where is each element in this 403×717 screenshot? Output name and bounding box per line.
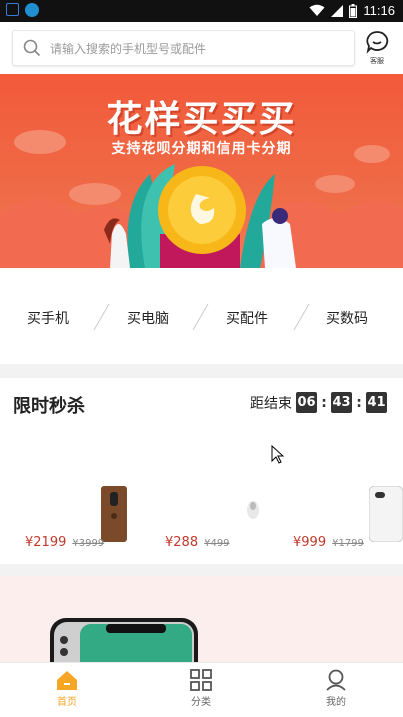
countdown-seconds: 41: [366, 392, 387, 413]
flash-sale-title: 限时秒杀: [13, 396, 85, 417]
product-image: [247, 501, 259, 519]
chat-bubble-icon: [366, 31, 389, 54]
product-old-price: ¥1799: [332, 538, 364, 549]
product-image: [101, 486, 127, 542]
featured-product-banner[interactable]: [0, 576, 403, 666]
tab-home[interactable]: 首页: [37, 667, 97, 708]
countdown-hours: 06: [296, 392, 317, 413]
category-row: 买手机 买电脑 买配件 买数码: [0, 268, 403, 364]
tab-home-label: 首页: [57, 697, 77, 708]
flash-product-card[interactable]: ¥2199 ¥3999: [25, 482, 145, 562]
banner-subtitle: 支持花呗分期和信用卡分期: [111, 141, 292, 157]
customer-service-label: 客服: [370, 57, 384, 65]
user-icon: [326, 669, 346, 691]
tab-category-label: 分类: [191, 697, 211, 708]
product-old-price: ¥499: [204, 538, 230, 549]
tab-category[interactable]: 分类: [171, 667, 231, 708]
search-header: 请输入搜索的手机型号或配件 客服: [0, 22, 403, 74]
banner-title: 花样买买买: [106, 99, 297, 140]
customer-service-button[interactable]: 客服: [365, 30, 389, 66]
product-price-row: ¥288 ¥499: [165, 535, 230, 550]
status-time: 11:16: [363, 3, 395, 18]
product-price: ¥288: [165, 535, 199, 550]
mouse-cursor-icon: [271, 445, 284, 464]
featured-phone-image: [50, 618, 198, 666]
divider: [93, 303, 110, 331]
countdown-minutes: 43: [331, 392, 352, 413]
battery-icon: [349, 3, 358, 18]
search-placeholder: 请输入搜索的手机型号或配件: [50, 42, 207, 56]
product-price: ¥2199: [25, 535, 67, 550]
product-price: ¥999: [293, 535, 327, 550]
category-computers[interactable]: 买电脑: [127, 308, 169, 328]
grid-icon: [190, 669, 212, 691]
flash-sale-section: 限时秒杀 距结束 06 : 43 : 41 ¥2199 ¥3999 ¥288 ¥49…: [0, 378, 403, 564]
countdown-separator: :: [356, 394, 362, 411]
promo-banner[interactable]: 花样买买买 支持花呗分期和信用卡分期: [0, 74, 403, 268]
tab-mine[interactable]: 我的: [306, 667, 366, 708]
category-accessories[interactable]: 买配件: [226, 308, 268, 328]
bottom-tab-bar: 首页 分类 我的: [0, 662, 403, 717]
product-price-row: ¥999 ¥1799: [293, 535, 364, 550]
product-old-price: ¥3999: [72, 538, 105, 549]
wifi-icon: [309, 4, 325, 16]
tab-mine-label: 我的: [326, 697, 346, 708]
divider: [192, 303, 209, 331]
countdown: 距结束 06 : 43 : 41: [250, 392, 387, 413]
flash-product-card[interactable]: ¥999 ¥1799: [293, 482, 403, 562]
browser-notification-icon: [25, 3, 39, 17]
category-digital[interactable]: 买数码: [326, 308, 368, 328]
divider: [293, 303, 310, 331]
category-phones[interactable]: 买手机: [27, 308, 69, 328]
countdown-label: 距结束: [250, 395, 292, 412]
product-price-row: ¥2199 ¥3999: [25, 535, 104, 550]
countdown-separator: :: [321, 394, 327, 411]
search-icon: [23, 39, 41, 57]
search-input[interactable]: 请输入搜索的手机型号或配件: [12, 30, 355, 66]
lock-notification-icon: [6, 3, 19, 16]
signal-icon: [331, 5, 344, 17]
flash-product-card[interactable]: ¥288 ¥499: [165, 482, 285, 562]
status-bar: 11:16: [0, 0, 403, 22]
product-image: [369, 486, 403, 542]
home-icon: [57, 671, 77, 690]
